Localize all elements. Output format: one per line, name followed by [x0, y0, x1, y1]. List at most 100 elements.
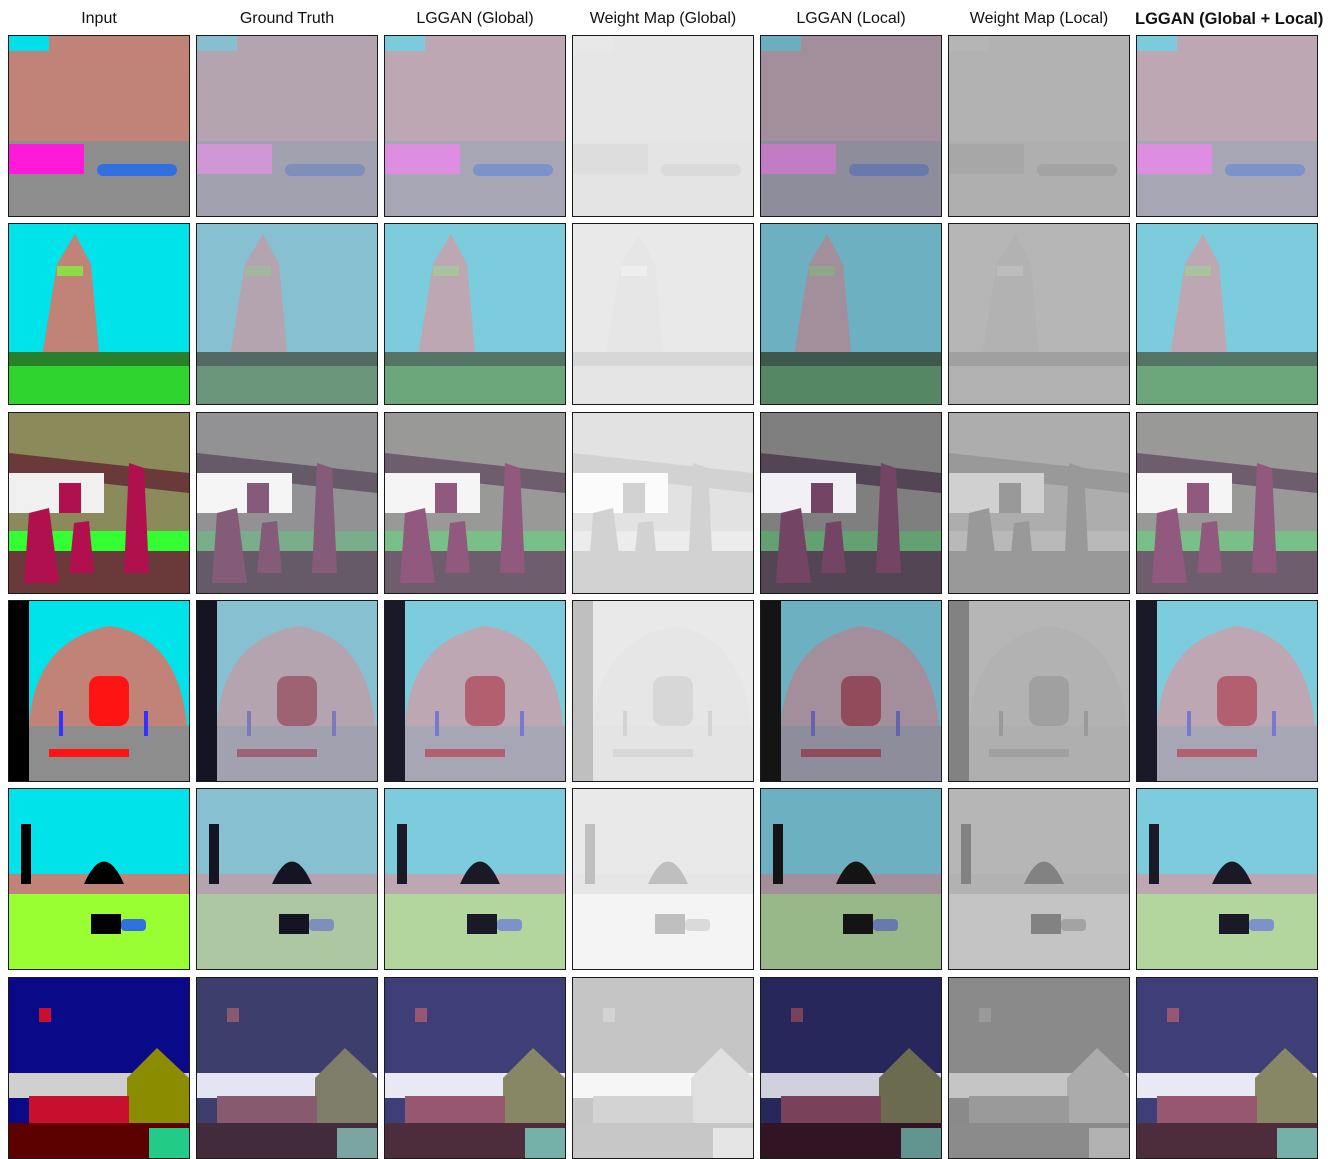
region-main — [435, 483, 457, 513]
image-cell-r2-c5 — [948, 412, 1130, 594]
weight-map-overlay — [573, 224, 753, 404]
image-street-buildings-0 — [9, 36, 189, 216]
region-ground — [1137, 364, 1317, 404]
region-accent — [21, 824, 31, 884]
image-clock-tower-3 — [573, 224, 753, 404]
region-greenery — [1137, 36, 1177, 51]
region-secondary — [9, 473, 104, 513]
image-cell-r0-c6 — [1136, 35, 1318, 217]
weight-map-overlay — [949, 978, 1129, 1158]
region-accent — [1177, 749, 1257, 757]
image-gym-volleyball-2 — [385, 413, 565, 593]
column-header-5: Weight Map (Local) — [969, 10, 1109, 27]
region-accent — [841, 676, 881, 726]
region-secondary — [309, 919, 334, 931]
image-gym-volleyball-5 — [949, 413, 1129, 593]
region-secondary — [896, 711, 900, 736]
region-greenery — [197, 601, 217, 781]
image-bridge-underpass-2 — [385, 978, 565, 1158]
image-bridge-underpass-1 — [197, 978, 377, 1158]
image-cell-r0-c1 — [196, 35, 378, 217]
weight-map-overlay — [573, 789, 753, 969]
image-cell-r0-c2 — [384, 35, 566, 217]
weight-map-overlay — [949, 413, 1129, 593]
image-cell-r1-c5 — [948, 223, 1130, 405]
image-airport-4 — [761, 789, 941, 969]
image-cell-r1-c2 — [384, 223, 566, 405]
region-accent — [49, 749, 129, 757]
region-main — [9, 36, 189, 141]
region-secondary — [332, 711, 336, 736]
image-cell-r2-c6 — [1136, 412, 1318, 594]
region-accent — [1137, 144, 1212, 174]
image-cell-r5-c0 — [8, 977, 190, 1159]
region-secondary — [1187, 711, 1191, 736]
image-airport-0 — [9, 789, 189, 969]
image-cell-r5-c6 — [1136, 977, 1318, 1159]
image-cell-r0-c5 — [948, 35, 1130, 217]
image-street-buildings-3 — [573, 36, 753, 216]
region-accent — [1219, 914, 1249, 934]
region-secondary — [144, 711, 148, 736]
region-secondary — [197, 352, 377, 366]
region-ground — [385, 364, 565, 404]
region-accent — [217, 1096, 317, 1126]
region-secondary — [285, 164, 365, 176]
region-secondary — [385, 352, 565, 366]
image-cell-r2-c3 — [572, 412, 754, 594]
image-bridge-underpass-4 — [761, 978, 941, 1158]
region-secondary — [385, 473, 480, 513]
image-cell-r4-c6 — [1136, 788, 1318, 970]
image-cell-r0-c4 — [760, 35, 942, 217]
region-secondary — [59, 711, 63, 736]
column-header-1: Ground Truth — [239, 10, 335, 27]
region-accent — [91, 914, 121, 934]
weight-map-overlay — [949, 224, 1129, 404]
region-accent — [801, 749, 881, 757]
region-accent — [385, 144, 460, 174]
region-secondary — [1225, 164, 1305, 176]
image-airport-5 — [949, 789, 1129, 969]
column-header-0: Input — [81, 10, 117, 27]
region-secondary — [97, 164, 177, 176]
region-secondary — [761, 352, 941, 366]
image-cell-r1-c3 — [572, 223, 754, 405]
image-gym-volleyball-3 — [573, 413, 753, 593]
region-accent — [773, 824, 783, 884]
column-header-3: Weight Map (Global) — [589, 10, 737, 27]
image-cell-r3-c5 — [948, 600, 1130, 782]
image-dome-hangar-0 — [9, 601, 189, 781]
region-main — [811, 483, 833, 513]
region-accent — [809, 266, 835, 276]
image-clock-tower-2 — [385, 224, 565, 404]
region-accent — [843, 914, 873, 934]
region-greenery — [761, 601, 781, 781]
region-secondary — [435, 711, 439, 736]
column-header-4: LGGAN (Local) — [796, 10, 906, 27]
image-cell-r1-c4 — [760, 223, 942, 405]
region-accent — [245, 266, 271, 276]
image-cell-r2-c2 — [384, 412, 566, 594]
image-airport-1 — [197, 789, 377, 969]
region-greenery — [761, 36, 801, 51]
region-main — [761, 36, 941, 141]
region-accent — [1217, 676, 1257, 726]
image-cell-r4-c4 — [760, 788, 942, 970]
figure-grid: Input Ground Truth LGGAN (Global) Weight Ma… — [0, 0, 1328, 1159]
image-cell-r5-c1 — [196, 977, 378, 1159]
image-gym-volleyball-4 — [761, 413, 941, 593]
region-secondary — [497, 919, 522, 931]
region-secondary — [121, 919, 146, 931]
region-accent — [781, 1096, 881, 1126]
image-bridge-underpass-0 — [9, 978, 189, 1158]
region-accent — [405, 1096, 505, 1126]
image-gym-volleyball-1 — [197, 413, 377, 593]
region-accent — [89, 676, 129, 726]
image-street-buildings-6 — [1137, 36, 1317, 216]
region-accent — [227, 1008, 239, 1022]
region-secondary — [9, 352, 189, 366]
image-dome-hangar-5 — [949, 601, 1129, 781]
region-main — [1187, 483, 1209, 513]
region-secondary — [761, 473, 856, 513]
image-dome-hangar-2 — [385, 601, 565, 781]
